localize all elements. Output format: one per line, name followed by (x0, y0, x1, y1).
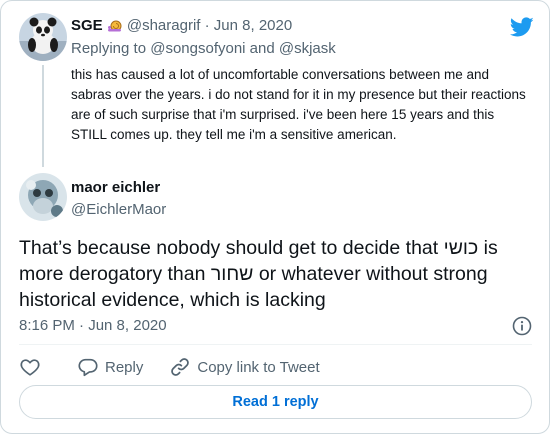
reply-label: Reply (105, 358, 144, 376)
copy-link-label: Copy link to Tweet (197, 358, 320, 376)
avatar[interactable] (19, 13, 67, 61)
thread-connector-line (42, 65, 44, 167)
display-name[interactable]: SGE (71, 17, 103, 34)
mention-link[interactable]: @songsofyoni (150, 40, 245, 57)
main-tweet-text: That’s because nobody should get to deci… (19, 237, 498, 311)
twitter-bird-icon[interactable] (510, 15, 534, 39)
like-button[interactable] (19, 356, 41, 378)
read-replies-button[interactable]: Read 1 reply (19, 385, 532, 419)
user-handle[interactable]: @EichlerMaor (71, 200, 166, 220)
snail-icon (107, 17, 123, 39)
replying-to-line: Replying to @songsofyoni and @skjask (71, 39, 336, 59)
parent-tweet-text: this has caused a lot of uncomfortable c… (71, 67, 526, 142)
reply-button[interactable]: Reply (77, 356, 143, 378)
tweet-timestamp[interactable]: 8:16 PM · Jun 8, 2020 (19, 316, 167, 336)
tweet-header: SGE @sharagrif · Jun 8, 2020 (71, 16, 292, 39)
tweet-header: maor eichler (71, 178, 160, 198)
tweet-date[interactable]: Jun 8, 2020 (214, 17, 292, 34)
heart-icon (20, 359, 40, 376)
display-name[interactable]: maor eichler (71, 179, 160, 196)
separator: · (204, 17, 210, 34)
replying-and: and (245, 40, 279, 57)
tweet-card: SGE @sharagrif · Jun 8, 2020 Replying to… (0, 0, 550, 434)
tweet-actions: Reply Copy link to Tweet (19, 354, 320, 380)
info-icon[interactable] (511, 315, 533, 337)
avatar[interactable] (19, 173, 67, 221)
copy-link-button[interactable]: Copy link to Tweet (169, 356, 320, 378)
replying-prefix: Replying to (71, 40, 151, 57)
divider (19, 344, 532, 345)
reply-bubble-icon (78, 358, 98, 377)
user-handle[interactable]: @sharagrif (127, 17, 201, 34)
link-icon (171, 358, 190, 376)
mention-link[interactable]: @skjask (279, 40, 336, 57)
